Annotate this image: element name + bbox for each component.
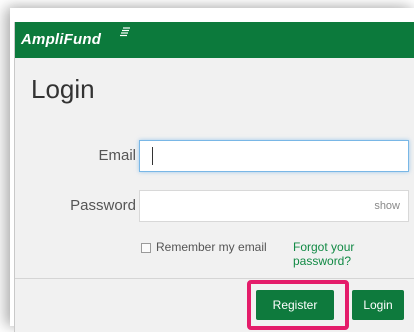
login-button[interactable]: Login [352,290,404,320]
email-field[interactable] [139,140,409,172]
forgot-password-link[interactable]: Forgot your password? [293,240,414,268]
show-password-toggle[interactable]: show [374,200,400,212]
remember-email-label[interactable]: Remember my email [156,240,267,254]
password-field[interactable]: show [139,190,409,222]
remember-email-checkbox[interactable] [141,243,151,253]
register-button[interactable]: Register [256,290,334,320]
text-caret [152,147,153,165]
email-label: Email [98,147,136,164]
footer-divider [15,278,414,279]
app-header: AmpliFund [15,22,414,58]
login-dialog: AmpliFund Login Email Password show Reme… [14,22,414,332]
password-label: Password [70,197,136,214]
page-title: Login [31,74,95,104]
stripes-logo-icon [120,27,130,37]
brand-logo-text: AmpliFund [21,31,102,48]
